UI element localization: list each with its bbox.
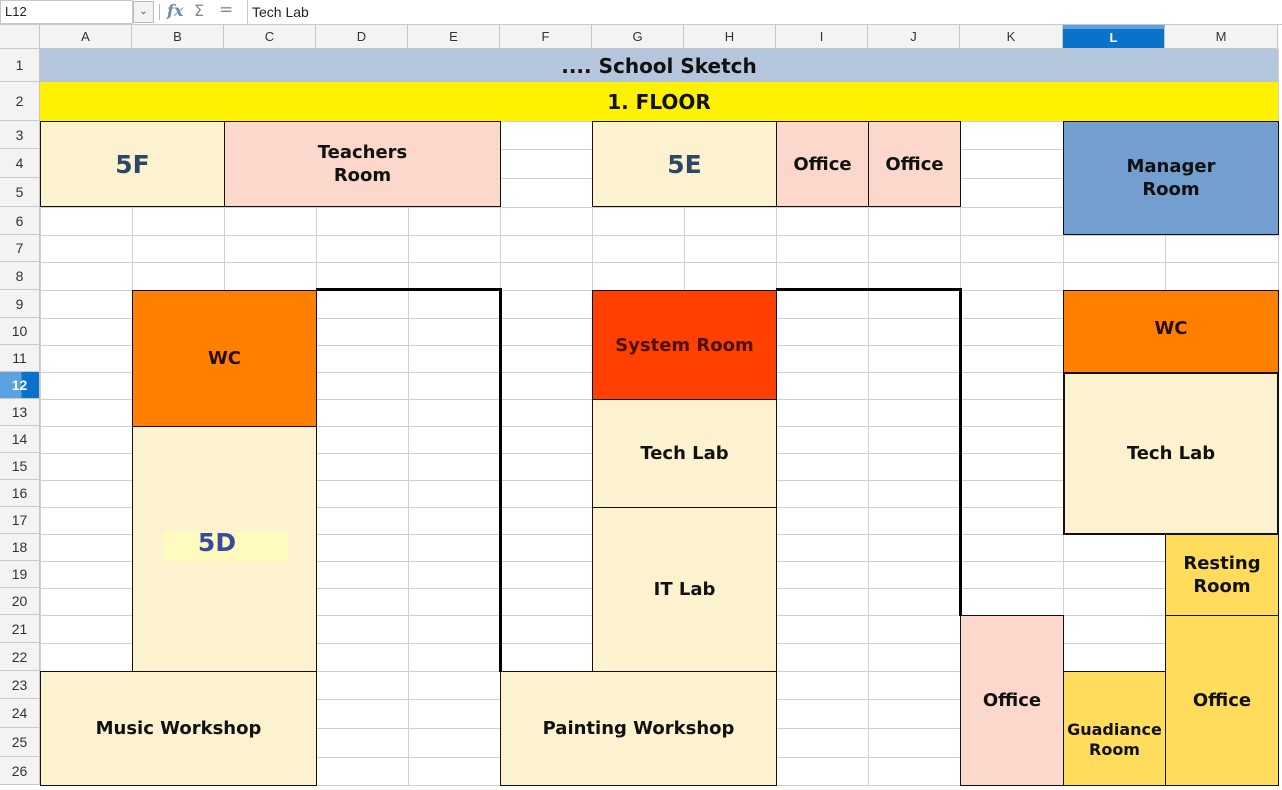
row-header-18[interactable]: 18 [0,534,40,561]
column-header-m[interactable]: M [1165,25,1278,49]
room-painting-workshop-label: Painting Workshop [542,718,735,739]
row-header-3[interactable]: 3 [0,121,40,149]
row-header-4[interactable]: 4 [0,149,40,178]
row-header-24[interactable]: 24 [0,699,40,728]
gridline-horizontal [40,262,1278,263]
formula-icon[interactable]: = [219,0,233,20]
room-guidance-label: Guadiance Room [1067,719,1162,759]
room-manager[interactable]: Manager Room [1063,121,1279,235]
room-teachers[interactable]: Teachers Room [224,121,501,207]
room-techlab-middle-label: Tech Lab [640,443,729,464]
room-teachers-label: Teachers Room [317,142,408,186]
room-music-workshop-label: Music Workshop [95,718,262,739]
row-header-5[interactable]: 5 [0,178,40,207]
room-5e[interactable]: 5E [592,121,777,207]
room-system[interactable]: System Room [592,290,777,400]
room-system-label: System Room [615,334,754,356]
column-header-l[interactable]: L [1063,25,1165,49]
row-header-12[interactable]: 12 [0,372,40,399]
row-header-6[interactable]: 6 [0,207,40,235]
room-music-workshop[interactable]: Music Workshop [40,671,317,786]
column-header-d[interactable]: D [316,25,408,49]
room-resting-label: Resting Room [1183,553,1261,597]
row-header-10[interactable]: 10 [0,318,40,345]
wall-left-vertical [499,288,502,672]
room-office-j-label: Office [885,153,944,175]
column-header-b[interactable]: B [132,25,224,49]
row-header-21[interactable]: 21 [0,615,40,643]
room-office-k[interactable]: Office [960,615,1064,786]
room-office-m-label: Office [1192,690,1252,711]
function-wizard-icon[interactable]: fx [167,1,183,20]
row-header-19[interactable]: 19 [0,561,40,588]
room-5f-label: 5F [115,149,150,179]
column-header-k[interactable]: K [960,25,1063,49]
wall-middle-vertical [959,288,962,616]
row-header-9[interactable]: 9 [0,290,40,318]
row-header-14[interactable]: 14 [0,426,40,453]
row-header-26[interactable]: 26 [0,757,40,785]
room-office-j[interactable]: Office [868,121,961,207]
room-5d-label: 5D [197,528,237,557]
row-header-22[interactable]: 22 [0,643,40,671]
column-header-e[interactable]: E [408,25,500,49]
row-header-25[interactable]: 25 [0,728,40,757]
sheet-title: .... School Sketch [561,53,757,78]
column-header-h[interactable]: H [684,25,776,49]
column-header-i[interactable]: I [776,25,868,49]
room-office-i[interactable]: Office [776,121,869,207]
room-techlab-right[interactable]: Tech Lab [1063,372,1279,535]
room-resting[interactable]: Resting Room [1165,534,1279,616]
room-wc-right[interactable]: WC [1063,290,1279,373]
column-header-c[interactable]: C [224,25,316,49]
wall-middle-top [776,288,962,291]
room-office-i-label: Office [793,153,852,175]
column-header-f[interactable]: F [500,25,592,49]
room-wc-left[interactable]: WC [132,290,317,427]
row-header-17[interactable]: 17 [0,507,40,534]
column-header-a[interactable]: A [40,25,132,49]
room-techlab-right-label: Tech Lab [1126,443,1216,464]
row-header-13[interactable]: 13 [0,399,40,426]
row-header-20[interactable]: 20 [0,588,40,615]
room-wc-left-label: WC [207,348,242,369]
room-wc-right-label: WC [1154,318,1188,339]
room-office-m[interactable]: Office [1165,615,1279,786]
separator [159,4,160,20]
gridline-horizontal [40,235,1278,236]
room-office-k-label: Office [982,690,1042,711]
row-header-16[interactable]: 16 [0,480,40,507]
room-itlab-label: IT Lab [653,579,716,600]
row-header-7[interactable]: 7 [0,235,40,262]
formula-bar: L12 ⌄ fx Σ = Tech Lab [0,0,1282,25]
row-header-1[interactable]: 1 [0,49,40,82]
room-manager-label: Manager Room [1126,156,1216,200]
row-header-15[interactable]: 15 [0,453,40,480]
title-band[interactable]: .... School Sketch [40,49,1278,82]
row-header-8[interactable]: 8 [0,262,40,290]
floor-label: 1. FLOOR [607,89,711,114]
room-5e-label: 5E [667,149,702,179]
room-guidance[interactable]: Guadiance Room [1063,671,1166,786]
formula-input[interactable]: Tech Lab [247,0,1282,24]
select-all-corner[interactable] [0,25,40,49]
wall-left-top [316,288,502,291]
sum-icon[interactable]: Σ [194,1,204,20]
row-header-11[interactable]: 11 [0,345,40,372]
column-header-j[interactable]: J [868,25,960,49]
room-5f[interactable]: 5F [40,121,225,207]
spreadsheet-window: L12 ⌄ fx Σ = Tech Lab ABCDEFGHIJKLM 1234… [0,0,1282,790]
room-5d-text: 5D [164,528,270,557]
column-header-g[interactable]: G [592,25,684,49]
chevron-down-icon[interactable]: ⌄ [133,1,154,23]
room-itlab[interactable]: IT Lab [592,507,777,672]
floor-band[interactable]: 1. FLOOR [40,82,1278,121]
row-header-23[interactable]: 23 [0,671,40,699]
row-header-2[interactable]: 2 [0,82,40,121]
room-techlab-middle[interactable]: Tech Lab [592,399,777,508]
name-box[interactable]: L12 [0,0,133,24]
room-painting-workshop[interactable]: Painting Workshop [500,671,777,786]
